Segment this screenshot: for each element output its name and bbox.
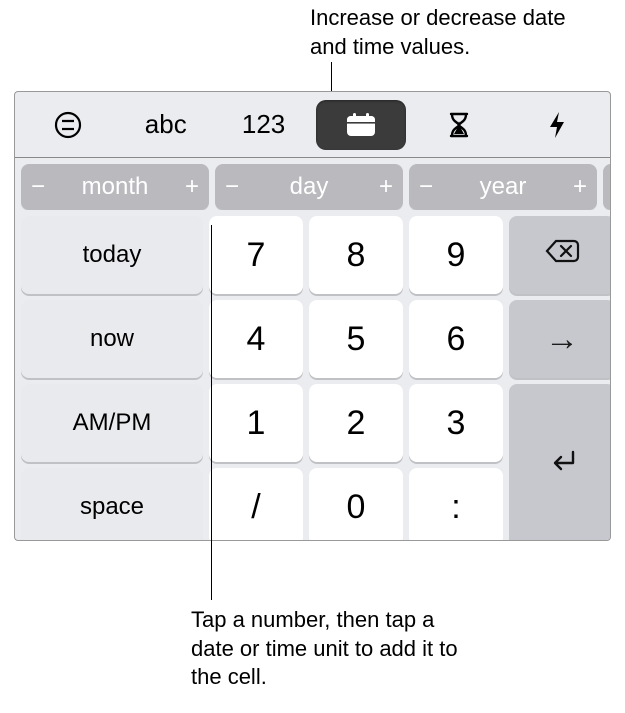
key-4-label: 4 — [247, 320, 266, 359]
ampm-label: AM/PM — [73, 409, 152, 437]
return-icon — [545, 447, 579, 483]
month-decrease[interactable]: − — [31, 173, 45, 201]
today-key[interactable]: today — [21, 216, 203, 294]
key-grid: today 7 8 9 now 4 5 6 → AM/PM 1 2 3 spac… — [15, 210, 610, 541]
number-keyboard-label: 123 — [242, 109, 285, 140]
key-3[interactable]: 3 — [409, 384, 503, 462]
key-colon-label: : — [451, 488, 460, 527]
month-increase[interactable]: + — [185, 173, 199, 201]
next-cell-key[interactable]: → — [509, 300, 611, 378]
key-3-label: 3 — [447, 404, 466, 443]
month-stepper: − month + — [21, 164, 209, 210]
key-5[interactable]: 5 — [309, 300, 403, 378]
number-keyboard-button[interactable]: 123 — [219, 100, 309, 150]
stepper-overflow: − — [603, 164, 610, 210]
year-stepper: − year + — [409, 164, 597, 210]
key-5-label: 5 — [347, 320, 366, 359]
now-key[interactable]: now — [21, 300, 203, 378]
overflow-decrease[interactable]: − — [609, 173, 610, 201]
keyboard-toolbar: abc 123 — [15, 92, 610, 158]
key-8[interactable]: 8 — [309, 216, 403, 294]
key-0-label: 0 — [347, 488, 366, 527]
key-7[interactable]: 7 — [209, 216, 303, 294]
callout-bottom-leader — [211, 570, 212, 600]
formula-button[interactable] — [23, 100, 113, 150]
now-label: now — [90, 325, 134, 353]
day-stepper: − day + — [215, 164, 403, 210]
year-increase[interactable]: + — [573, 173, 587, 201]
duration-keyboard-button[interactable] — [414, 100, 504, 150]
year-label[interactable]: year — [480, 173, 527, 201]
key-9[interactable]: 9 — [409, 216, 503, 294]
month-label[interactable]: month — [82, 173, 149, 201]
ampm-key[interactable]: AM/PM — [21, 384, 203, 462]
key-slash-label: / — [251, 488, 260, 527]
key-6[interactable]: 6 — [409, 300, 503, 378]
return-key[interactable] — [509, 384, 611, 541]
space-label: space — [80, 493, 144, 521]
date-keyboard-button[interactable] — [316, 100, 406, 150]
space-key[interactable]: space — [21, 468, 203, 541]
key-4[interactable]: 4 — [209, 300, 303, 378]
lightning-icon — [547, 110, 567, 140]
today-label: today — [83, 241, 142, 269]
key-colon[interactable]: : — [409, 468, 503, 541]
quick-fill-button[interactable] — [512, 100, 602, 150]
stepper-row: − month + − day + − year + − — [15, 158, 610, 210]
day-label[interactable]: day — [290, 173, 329, 201]
callout-bottom: Tap a number, then tap a date or time un… — [191, 606, 471, 692]
year-decrease[interactable]: − — [419, 173, 433, 201]
key-7-label: 7 — [247, 236, 266, 275]
key-9-label: 9 — [447, 236, 466, 275]
callout-bottom-leader-inside — [211, 225, 212, 570]
backspace-icon — [544, 238, 580, 272]
day-decrease[interactable]: − — [225, 173, 239, 201]
key-8-label: 8 — [347, 236, 366, 275]
day-increase[interactable]: + — [379, 173, 393, 201]
date-time-keyboard: abc 123 − month + − day — [14, 91, 611, 541]
key-1-label: 1 — [247, 404, 266, 443]
callout-top-leader — [331, 62, 332, 91]
backspace-key[interactable] — [509, 216, 611, 294]
key-slash[interactable]: / — [209, 468, 303, 541]
key-0[interactable]: 0 — [309, 468, 403, 541]
key-2[interactable]: 2 — [309, 384, 403, 462]
arrow-right-icon: → — [545, 320, 579, 359]
hourglass-icon — [448, 111, 470, 139]
calendar-icon — [344, 111, 378, 139]
text-keyboard-label: abc — [145, 109, 187, 140]
text-keyboard-button[interactable]: abc — [121, 100, 211, 150]
key-1[interactable]: 1 — [209, 384, 303, 462]
key-6-label: 6 — [447, 320, 466, 359]
callout-top: Increase or decrease date and time value… — [310, 4, 600, 61]
key-2-label: 2 — [347, 404, 366, 443]
formula-icon — [53, 110, 83, 140]
